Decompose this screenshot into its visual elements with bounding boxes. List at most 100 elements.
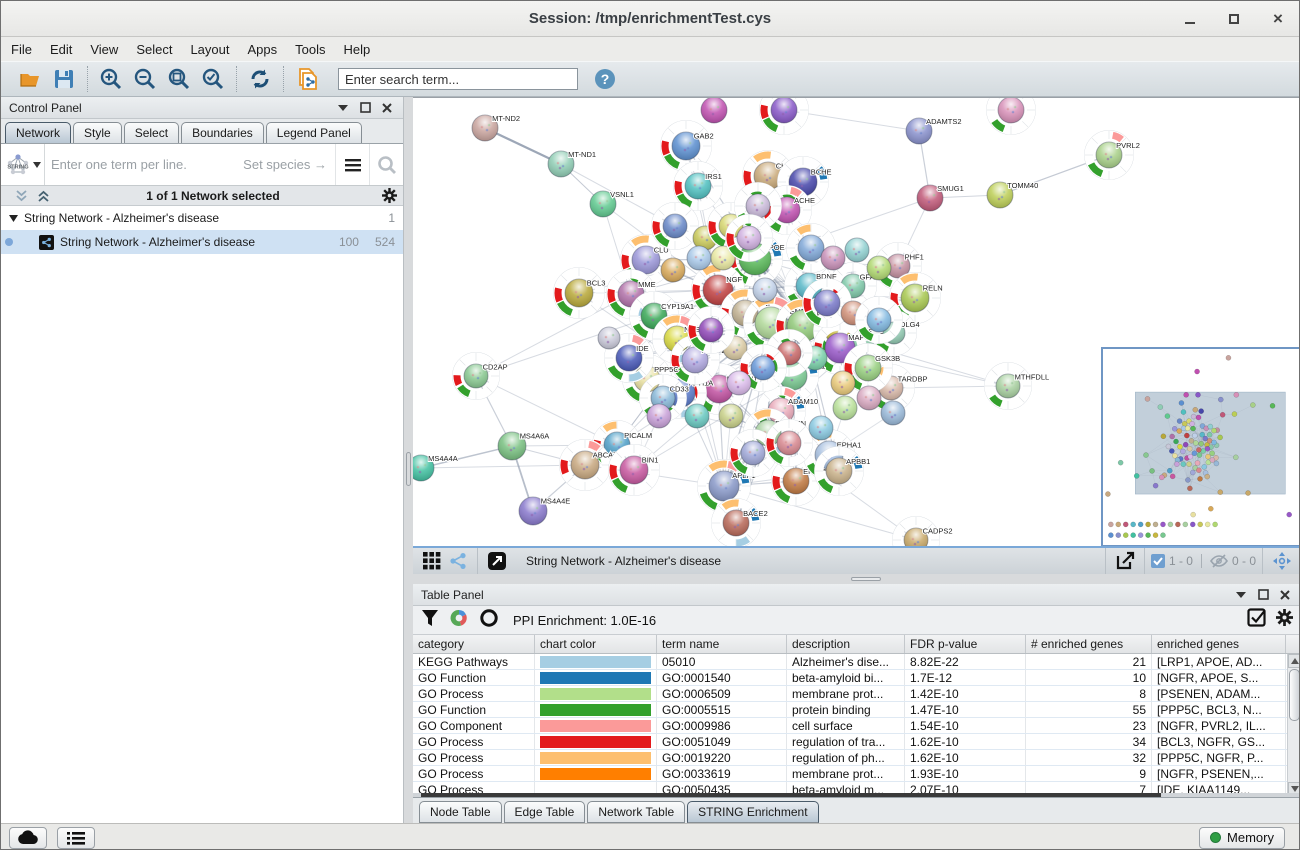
table-row[interactable]: GO ComponentGO:0009986cell surface1.54E-… [413, 718, 1300, 734]
network-canvas[interactable]: MT-ND2MT-ND1VSNL1GAB2IRS1CHATBCHEACHEADA… [413, 97, 1300, 546]
tab-boundaries[interactable]: Boundaries [181, 122, 264, 143]
vertical-scrollbar[interactable] [1287, 654, 1300, 793]
table-row[interactable]: GO ProcessGO:0006509membrane prot...1.42… [413, 686, 1300, 702]
network-node[interactable] [753, 278, 777, 302]
column-header[interactable]: enriched genes [1152, 635, 1286, 653]
close-button[interactable]: × [1269, 10, 1287, 28]
horizontal-splitter[interactable] [413, 574, 1300, 584]
refresh-icon[interactable] [247, 66, 273, 92]
network-node[interactable] [845, 238, 869, 262]
network-node[interactable]: BCL3 [554, 268, 606, 319]
export-view-icon[interactable] [1112, 549, 1138, 573]
gear-icon[interactable] [381, 188, 397, 204]
menu-edit[interactable]: Edit [50, 42, 72, 57]
share-view-icon[interactable] [445, 549, 471, 573]
minimize-button[interactable] [1181, 10, 1199, 28]
network-node[interactable] [685, 404, 709, 428]
column-header[interactable]: category [413, 635, 535, 653]
network-node[interactable] [727, 371, 751, 395]
menu-apps[interactable]: Apps [248, 42, 278, 57]
maximize-button[interactable] [1225, 10, 1243, 28]
column-header[interactable]: FDR p-value [905, 635, 1026, 653]
network-node[interactable]: SMUG1 [917, 184, 964, 211]
zoom-in-icon[interactable] [98, 66, 124, 92]
table-tab-network-table[interactable]: Network Table [587, 801, 685, 823]
detach-view-icon[interactable] [484, 549, 510, 573]
ring-chart-icon[interactable] [479, 608, 499, 633]
table-row[interactable]: GO ProcessGO:0033619membrane prot...1.93… [413, 766, 1300, 782]
birds-eye-view[interactable] [1101, 347, 1300, 546]
menu-view[interactable]: View [90, 42, 118, 57]
table-row[interactable]: GO ProcessGO:0051049regulation of tra...… [413, 734, 1300, 750]
network-node[interactable] [598, 327, 620, 349]
network-node[interactable]: ADAMTS2 [906, 117, 962, 144]
network-row[interactable]: String Network - Alzheimer's disease 100… [1, 230, 403, 254]
network-node[interactable] [809, 416, 833, 440]
menu-tools[interactable]: Tools [295, 42, 325, 57]
column-header[interactable]: term name [657, 635, 787, 653]
network-node[interactable] [856, 297, 903, 344]
network-node[interactable]: CD2AP [453, 353, 508, 400]
table-row[interactable]: GO FunctionGO:0005515protein binding1.47… [413, 702, 1300, 718]
select-rows-icon[interactable] [1247, 608, 1266, 632]
table-row[interactable]: GO ProcessGO:0050435beta-amyloid m...2.0… [413, 782, 1300, 793]
network-node[interactable]: VSNL1 [590, 190, 634, 217]
network-node[interactable]: MT-ND1 [548, 150, 596, 177]
column-header[interactable]: description [787, 635, 905, 653]
float-panel-icon[interactable] [1255, 587, 1271, 603]
network-node[interactable]: TOMM40 [987, 181, 1038, 208]
table-row[interactable]: KEGG Pathways05010Alzheimer's dise...8.8… [413, 654, 1300, 670]
network-node[interactable] [987, 98, 1036, 135]
string-options-icon[interactable] [335, 144, 369, 185]
network-node[interactable] [661, 258, 685, 282]
tab-network[interactable]: Network [5, 122, 71, 143]
zoom-out-icon[interactable] [132, 66, 158, 92]
network-node[interactable] [701, 98, 727, 123]
species-hint[interactable]: Set species → [243, 157, 335, 172]
network-from-selection-icon[interactable] [294, 66, 320, 92]
table-row[interactable]: GO FunctionGO:0001540beta-amyloid bi...1… [413, 670, 1300, 686]
network-node[interactable] [881, 401, 905, 425]
network-node[interactable]: CADPS2 [893, 517, 953, 547]
menu-layout[interactable]: Layout [190, 42, 229, 57]
pie-chart-icon[interactable] [449, 608, 469, 633]
collapse-all-icon[interactable] [13, 188, 29, 204]
network-node[interactable] [821, 246, 845, 270]
help-icon[interactable]: ? [592, 66, 618, 92]
gear-icon[interactable] [1276, 609, 1293, 631]
network-node[interactable] [687, 246, 711, 270]
network-node[interactable] [688, 307, 735, 354]
tab-legend-panel[interactable]: Legend Panel [266, 122, 362, 143]
table-tab-node-table[interactable]: Node Table [419, 801, 502, 823]
network-node[interactable]: APBB1 [815, 447, 871, 496]
network-node[interactable]: PVRL2 [1085, 131, 1140, 180]
string-search-icon[interactable] [369, 144, 403, 185]
zoom-selected-icon[interactable] [200, 66, 226, 92]
tab-select[interactable]: Select [124, 122, 179, 143]
network-node[interactable] [652, 203, 699, 250]
menu-help[interactable]: Help [344, 42, 371, 57]
string-logo-dropdown[interactable]: STRING [1, 144, 45, 185]
network-node[interactable] [647, 404, 671, 428]
task-list-button[interactable] [57, 827, 95, 849]
network-node[interactable] [867, 256, 891, 280]
network-node[interactable] [760, 98, 809, 135]
grid-view-icon[interactable] [419, 549, 445, 573]
float-panel-icon[interactable] [357, 100, 373, 116]
panel-menu-icon[interactable] [1233, 587, 1249, 603]
menu-file[interactable]: File [11, 42, 32, 57]
network-node[interactable] [831, 371, 855, 395]
network-node[interactable] [766, 420, 813, 467]
string-query-input[interactable] [45, 157, 243, 172]
open-session-icon[interactable] [17, 66, 43, 92]
cloud-button[interactable] [9, 827, 47, 849]
zoom-fit-icon[interactable] [166, 66, 192, 92]
memory-button[interactable]: Memory [1199, 827, 1285, 849]
close-panel-icon[interactable] [379, 100, 395, 116]
vertical-splitter[interactable] [404, 97, 413, 823]
network-node[interactable] [833, 396, 857, 420]
save-session-icon[interactable] [51, 66, 77, 92]
table-tab-edge-table[interactable]: Edge Table [504, 801, 586, 823]
table-row[interactable]: GO ProcessGO:0019220regulation of ph...1… [413, 750, 1300, 766]
tree-expanded-icon[interactable] [9, 215, 18, 222]
